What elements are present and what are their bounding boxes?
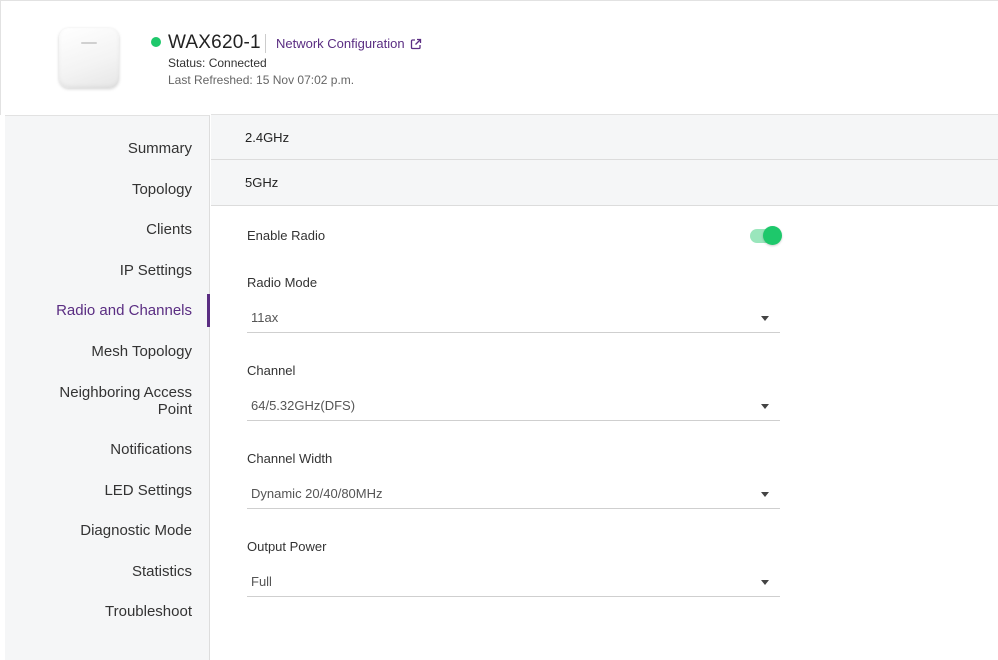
sidebar-item-notifications[interactable]: Notifications [22, 441, 192, 458]
sidebar-nav: Summary Topology Clients IP Settings Rad… [5, 115, 210, 660]
chevron-down-icon [761, 580, 769, 585]
external-link-icon [410, 38, 421, 49]
channel-width-select[interactable]: Dynamic 20/40/80MHz [247, 479, 780, 509]
active-item-indicator [207, 294, 210, 327]
output-power-value: Full [251, 574, 272, 589]
sidebar-item-statistics[interactable]: Statistics [22, 563, 192, 580]
last-refreshed: Last Refreshed: 15 Nov 07:02 p.m. [168, 73, 355, 87]
channel-width-label: Channel Width [247, 451, 333, 466]
sidebar-item-ip-settings[interactable]: IP Settings [22, 262, 192, 279]
sidebar-item-diagnostic-mode[interactable]: Diagnostic Mode [22, 522, 192, 539]
sidebar-item-mesh-topology[interactable]: Mesh Topology [22, 343, 192, 360]
radio-mode-value: 11ax [251, 310, 279, 325]
channel-value: 64/5.32GHz(DFS) [251, 398, 356, 413]
radio-mode-select[interactable]: 11ax [247, 303, 780, 333]
chevron-down-icon [761, 404, 769, 409]
device-name: WAX620-1 [168, 32, 261, 53]
channel-label: Channel [247, 363, 296, 378]
chevron-down-icon [761, 492, 769, 497]
connection-status: Status: Connected [168, 56, 267, 70]
sidebar-item-topology[interactable]: Topology [22, 181, 192, 198]
network-configuration-link[interactable]: Network Configuration [276, 36, 422, 51]
band-5ghz[interactable]: 5GHz [211, 160, 998, 206]
channel-width-value: Dynamic 20/40/80MHz [251, 486, 383, 501]
sidebar-item-summary[interactable]: Summary [22, 140, 192, 157]
network-configuration-label: Network Configuration [276, 36, 405, 51]
sidebar-item-led-settings[interactable]: LED Settings [22, 482, 192, 499]
chevron-down-icon [761, 316, 769, 321]
sidebar-item-troubleshoot[interactable]: Troubleshoot [22, 603, 192, 620]
status-indicator-dot [151, 37, 161, 47]
enable-radio-label: Enable Radio [247, 228, 326, 243]
enable-radio-toggle[interactable] [750, 226, 782, 246]
toggle-knob [763, 226, 782, 245]
output-power-select[interactable]: Full [247, 567, 780, 597]
radio-mode-label: Radio Mode [247, 275, 318, 290]
sidebar-item-neighboring-access-point[interactable]: Neighboring Access Point [32, 384, 192, 418]
device-header: WAX620-1 Network Configuration Status: C… [0, 0, 998, 115]
sidebar-item-clients[interactable]: Clients [22, 221, 192, 238]
device-image [59, 28, 119, 88]
header-divider [265, 34, 266, 53]
channel-select[interactable]: 64/5.32GHz(DFS) [247, 391, 780, 421]
output-power-label: Output Power [247, 539, 327, 554]
band-2-4ghz[interactable]: 2.4GHz [211, 114, 998, 160]
sidebar-item-radio-and-channels[interactable]: Radio and Channels [22, 302, 192, 319]
